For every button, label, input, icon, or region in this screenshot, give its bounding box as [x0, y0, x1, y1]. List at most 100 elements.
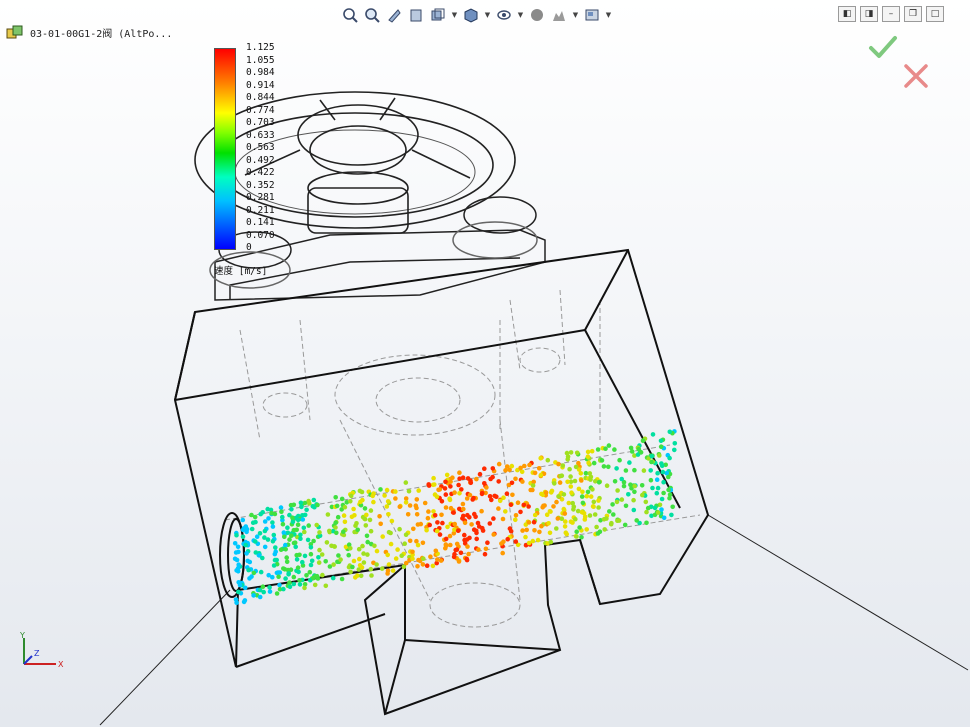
flow-particle: [364, 512, 369, 518]
flow-particle: [661, 479, 666, 485]
display-style-button[interactable]: [461, 5, 481, 25]
flow-particle: [372, 543, 377, 549]
flow-particle: [317, 547, 322, 553]
flow-particle: [616, 518, 622, 523]
flow-particle: [298, 536, 303, 541]
flow-particle: [357, 556, 362, 562]
flow-particle: [424, 527, 429, 533]
flow-particle: [244, 551, 249, 556]
confirm-cancel-button[interactable]: [902, 62, 930, 90]
view-settings-button[interactable]: [582, 5, 602, 25]
flow-particle: [368, 566, 374, 572]
flow-particle: [281, 586, 286, 592]
flow-particle: [237, 582, 243, 588]
maximize-button[interactable]: □: [926, 6, 944, 22]
flow-particle: [540, 505, 545, 510]
flow-particle: [556, 461, 561, 467]
flow-particle: [320, 572, 325, 578]
flow-particle: [260, 584, 266, 589]
view-orientation-button[interactable]: [428, 5, 448, 25]
flow-particle: [658, 438, 664, 444]
flow-particle: [280, 514, 285, 520]
flow-particle: [274, 591, 280, 596]
flow-particle: [524, 527, 529, 533]
flow-particle: [443, 492, 449, 497]
flow-particle: [532, 512, 538, 518]
apply-scene-dropdown[interactable]: ▼: [571, 5, 580, 25]
previous-view-button[interactable]: [384, 5, 404, 25]
flow-particle: [457, 491, 462, 496]
flow-particle: [297, 578, 302, 583]
flow-particle: [557, 480, 563, 485]
apply-scene-button[interactable]: [549, 5, 569, 25]
flow-particle: [548, 490, 554, 495]
flow-particle: [570, 500, 575, 506]
edit-appearance-button[interactable]: [527, 5, 547, 25]
flow-particle: [289, 533, 294, 538]
minimize-button[interactable]: –: [882, 6, 900, 22]
flow-particle: [477, 471, 483, 477]
flow-particle: [552, 481, 557, 486]
flow-particle: [311, 538, 316, 544]
flow-particle: [659, 496, 665, 502]
flow-particle: [386, 562, 392, 567]
flow-particle: [279, 509, 284, 514]
restore-left-button[interactable]: ◧: [838, 6, 856, 22]
restore-right-icon: ◨: [864, 9, 874, 19]
flow-particle: [584, 493, 590, 499]
flow-particle: [311, 575, 316, 581]
flow-particle: [258, 569, 264, 575]
flow-particle: [284, 559, 290, 565]
flow-particle: [339, 496, 345, 502]
restore-left-icon: ◧: [842, 9, 852, 19]
flow-particle: [461, 513, 466, 519]
hide-show-items-dropdown[interactable]: ▼: [516, 5, 525, 25]
tile-button[interactable]: ❐: [904, 6, 922, 22]
view-orientation-dropdown[interactable]: ▼: [450, 5, 459, 25]
flow-particle: [415, 564, 420, 569]
display-style-dropdown[interactable]: ▼: [483, 5, 492, 25]
flow-particle: [513, 539, 519, 544]
flow-particle: [249, 526, 255, 532]
restore-right-button[interactable]: ◨: [860, 6, 878, 22]
chevron-down-icon: ▼: [572, 11, 579, 19]
flow-particle: [341, 529, 346, 534]
assembly-icon: [6, 25, 23, 39]
section-view-button[interactable]: [406, 5, 426, 25]
flow-particle: [672, 447, 677, 453]
hide-show-items-button[interactable]: [494, 5, 514, 25]
view-settings-dropdown[interactable]: ▼: [604, 5, 613, 25]
flow-particle: [571, 507, 576, 512]
heads-up-view-toolbar: ▼ ▼ ▼ ▼ ▼: [340, 4, 613, 26]
flow-particle: [626, 492, 631, 497]
flow-particle: [643, 499, 649, 505]
flow-particle: [434, 528, 440, 534]
flow-particle: [579, 535, 584, 540]
flow-particle: [355, 527, 361, 533]
flow-particle: [407, 503, 413, 508]
confirm-accept-button[interactable]: [868, 32, 898, 62]
flow-particle: [606, 464, 611, 470]
flow-particle: [467, 492, 473, 498]
zoom-to-area-button[interactable]: [362, 5, 382, 25]
flow-particle: [388, 530, 393, 536]
graphics-viewport[interactable]: 03-01-00G1-2阀 (AltPo... ▼ ▼ ▼ ▼ ▼ ◧ ◨ – …: [0, 0, 970, 727]
flow-particle: [281, 530, 287, 535]
legend-tick-labels: 1.125 1.055 0.984 0.914 0.844 0.774 0.703 0.633…: [246, 42, 275, 255]
flow-particle: [531, 519, 537, 525]
flow-particle: [648, 477, 654, 483]
document-title-bar: 03-01-00G1-2阀 (AltPo...: [6, 24, 172, 40]
flow-particle: [291, 581, 297, 587]
flow-particle: [280, 521, 286, 527]
flow-particle: [358, 573, 364, 579]
flow-particle: [289, 507, 294, 512]
zoom-to-fit-button[interactable]: [340, 5, 360, 25]
flow-particle: [342, 519, 348, 525]
flow-particle: [466, 551, 471, 557]
flow-particle: [286, 571, 292, 576]
flow-particle: [300, 517, 306, 522]
flow-particle: [426, 509, 431, 514]
flow-particle: [272, 557, 278, 563]
flow-particle: [469, 522, 474, 527]
flow-particle: [602, 527, 607, 532]
